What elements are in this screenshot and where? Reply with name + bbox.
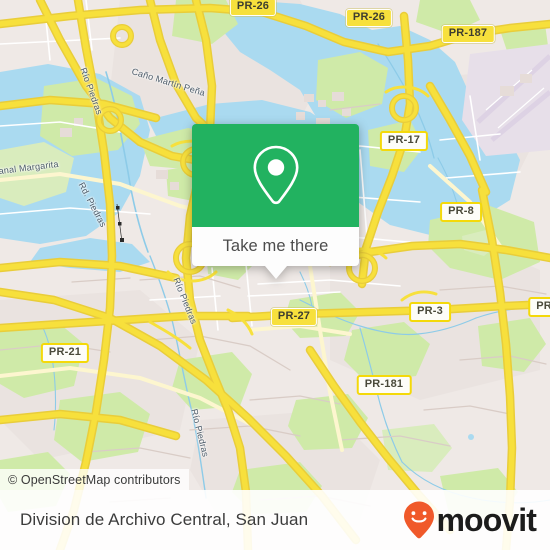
road-shield-pr-8: PR-8 [440,202,482,222]
moovit-wordmark: moovit [436,502,537,538]
road-shield-pr-26-b: PR-26 [345,9,393,27]
road-shield-pr-21: PR-21 [40,343,90,363]
footer-bar: Division de Archivo Central, San Juan mo… [0,490,550,550]
road-shield-pr-edge: PR- [528,297,550,317]
attribution-text: © OpenStreetMap contributors [8,472,181,487]
location-pin-icon [252,145,299,204]
place-title: Division de Archivo Central, San Juan [20,510,309,529]
road-shield-pr-187: PR-187 [441,25,495,43]
callout-pointer [264,266,287,279]
moovit-map-screenshot: .w { fill:#aadaf0; } .grn { fill:#cfeaa8… [0,0,550,550]
destination-callout[interactable]: Take me there [192,124,359,279]
road-shield-pr-3: PR-3 [409,302,451,322]
map-attribution[interactable]: © OpenStreetMap contributors [0,469,189,490]
take-me-there-label: Take me there [222,237,329,255]
road-shield-pr-27: PR-27 [270,308,318,326]
moovit-smiley-pin-icon [403,501,434,539]
road-shield-pr-17: PR-17 [379,131,429,151]
take-me-there-button[interactable]: Take me there [192,227,359,266]
road-shield-pr-26-a: PR-26 [229,0,277,16]
moovit-brand[interactable]: moovit [402,500,537,540]
road-shield-pr-181: PR-181 [356,375,412,395]
callout-pin-panel [192,124,359,227]
